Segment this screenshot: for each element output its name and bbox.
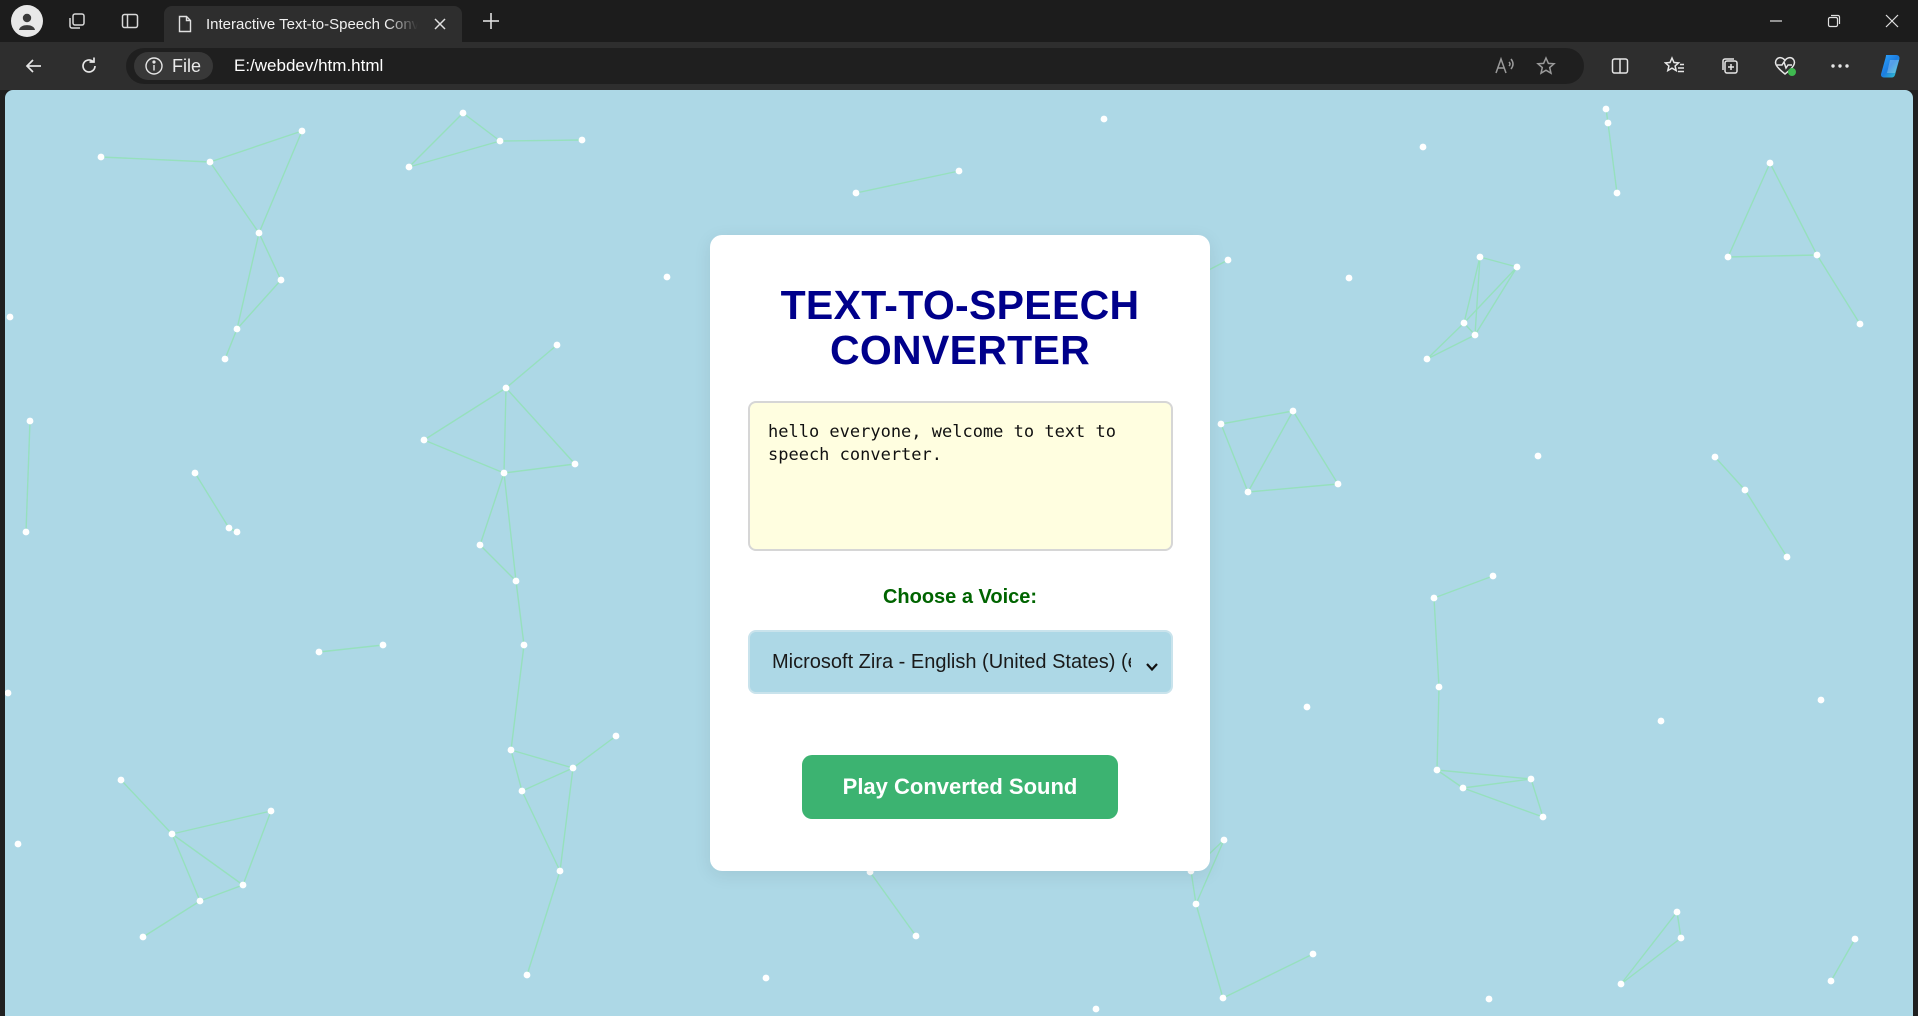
split-screen-icon[interactable]	[1602, 50, 1638, 82]
minimize-icon[interactable]	[1750, 0, 1802, 42]
read-aloud-icon[interactable]	[1489, 50, 1521, 82]
info-icon	[145, 57, 163, 75]
address-bar[interactable]: File E:/webdev/htm.html	[126, 48, 1584, 84]
page-title: TEXT-TO-SPEECH CONVERTER	[780, 282, 1140, 373]
heartbeat-icon[interactable]	[1767, 50, 1803, 82]
browser-tab-strip: Interactive Text-to-Speech Converter	[0, 0, 1918, 42]
page-viewport: TEXT-TO-SPEECH CONVERTER hello everyone,…	[5, 90, 1913, 1016]
tab-title: Interactive Text-to-Speech Converter	[206, 16, 418, 33]
voice-label: Choose a Voice:	[882, 586, 1038, 608]
active-tab[interactable]: Interactive Text-to-Speech Converter	[164, 6, 462, 42]
page-icon	[178, 15, 192, 38]
text-input[interactable]: hello everyone, welcome to text to speec…	[748, 401, 1173, 551]
favorites-icon[interactable]	[1657, 50, 1693, 82]
more-icon[interactable]	[1822, 50, 1858, 82]
star-icon[interactable]	[1530, 50, 1562, 82]
url-text[interactable]: E:/webdev/htm.html	[234, 56, 383, 76]
restore-icon[interactable]	[1808, 0, 1860, 42]
copilot-icon[interactable]	[1874, 50, 1910, 82]
tts-card: TEXT-TO-SPEECH CONVERTER hello everyone,…	[710, 235, 1210, 871]
close-window-icon[interactable]	[1866, 0, 1918, 42]
close-icon[interactable]	[428, 12, 452, 36]
voice-select-value: Microsoft Zira - English (United States)…	[772, 650, 1131, 673]
collections-icon[interactable]	[1712, 50, 1748, 82]
chevron-down-icon	[1145, 656, 1159, 679]
site-info-button[interactable]: File	[134, 52, 214, 80]
voice-select[interactable]: Microsoft Zira - English (United States)…	[748, 630, 1173, 694]
tab-actions-icon[interactable]	[114, 6, 146, 36]
back-arrow-icon[interactable]	[16, 50, 52, 82]
refresh-icon[interactable]	[71, 50, 107, 82]
profile-icon[interactable]	[11, 5, 43, 37]
browser-toolbar: File E:/webdev/htm.html	[0, 42, 1918, 90]
workspaces-icon[interactable]	[61, 6, 93, 36]
plus-icon[interactable]	[474, 6, 508, 36]
site-info-label: File	[172, 55, 202, 76]
play-button[interactable]: Play Converted Sound	[802, 755, 1118, 819]
